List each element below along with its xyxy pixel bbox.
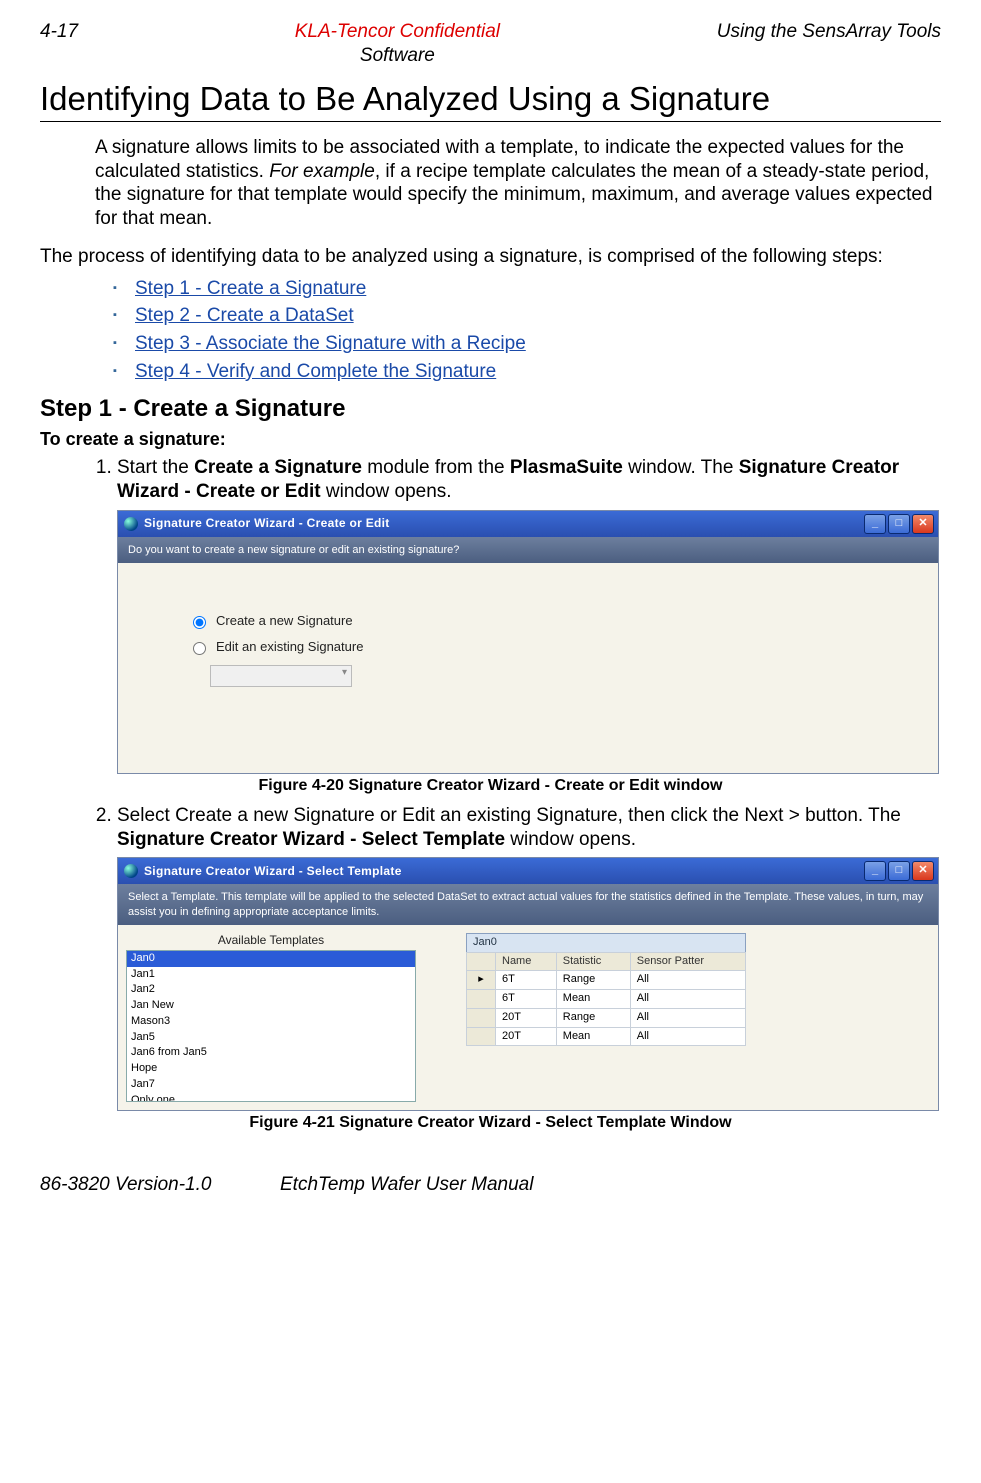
list-item[interactable]: Jan6 from Jan5	[127, 1045, 415, 1061]
procedure-list-cont: Select Create a new Signature or Edit an…	[95, 804, 941, 852]
list-item[interactable]: Mason3	[127, 1014, 415, 1030]
page-number: 4-17	[40, 20, 78, 68]
col-name: Name	[496, 952, 557, 971]
list-item[interactable]: Jan5	[127, 1030, 415, 1046]
app-icon	[124, 517, 138, 531]
template-grid: Name Statistic Sensor Patter ▸ 6T Range …	[466, 952, 746, 1047]
software-label: Software	[78, 44, 717, 68]
titlebar: Signature Creator Wizard - Select Templa…	[118, 858, 938, 884]
figure-caption-2: Figure 4-21 Signature Creator Wizard - S…	[40, 1113, 941, 1133]
grid-title: Jan0	[466, 933, 746, 952]
templates-panel: Available Templates Jan0 Jan1 Jan2 Jan N…	[126, 933, 416, 1102]
maximize-button[interactable]: □	[888, 514, 910, 534]
section-title: Using the SensArray Tools	[717, 20, 941, 68]
intro-paragraph-2: The process of identifying data to be an…	[40, 245, 941, 269]
templates-label: Available Templates	[126, 933, 416, 948]
col-marker	[467, 952, 496, 971]
list-item[interactable]: Jan0	[127, 951, 415, 967]
page-header: 4-17 KLA-Tencor Confidential Software Us…	[40, 20, 941, 68]
procedure-item-1: Start the Create a Signature module from…	[117, 456, 941, 504]
radio-create-new-label: Create a new Signature	[216, 613, 353, 629]
intro-paragraph-1: A signature allows limits to be associat…	[95, 136, 941, 231]
step-link-2[interactable]: Step 2 - Create a DataSet	[135, 305, 354, 326]
template-grid-panel: Jan0 Name Statistic Sensor Patter ▸ 6T R…	[466, 933, 746, 1047]
list-item[interactable]: Hope	[127, 1061, 415, 1077]
table-row[interactable]: 20T Range All	[467, 1008, 746, 1027]
step1-heading: Step 1 - Create a Signature	[40, 394, 941, 424]
list-item[interactable]: Jan New	[127, 998, 415, 1014]
titlebar: Signature Creator Wizard - Create or Edi…	[118, 511, 938, 537]
figure-caption-1: Figure 4-20 Signature Creator Wizard - C…	[40, 776, 941, 796]
manual-name: EtchTemp Wafer User Manual	[280, 1173, 533, 1197]
step-link-1[interactable]: Step 1 - Create a Signature	[135, 278, 366, 299]
maximize-button[interactable]: □	[888, 861, 910, 881]
app-icon	[124, 864, 138, 878]
step-link-3[interactable]: Step 3 - Associate the Signature with a …	[135, 333, 526, 354]
step1-subheading: To create a signature:	[40, 428, 941, 451]
confidential-label: KLA-Tencor Confidential	[78, 20, 717, 44]
table-row[interactable]: 6T Mean All	[467, 990, 746, 1009]
close-button[interactable]: ✕	[912, 514, 934, 534]
list-item[interactable]: Jan7	[127, 1077, 415, 1093]
close-button[interactable]: ✕	[912, 861, 934, 881]
minimize-button[interactable]: _	[864, 514, 886, 534]
info-bar: Select a Template. This template will be…	[118, 884, 938, 925]
existing-signature-combo[interactable]	[210, 665, 352, 687]
col-statistic: Statistic	[556, 952, 630, 971]
list-item[interactable]: Jan2	[127, 982, 415, 998]
procedure-list: Start the Create a Signature module from…	[95, 456, 941, 504]
table-row[interactable]: 20T Mean All	[467, 1027, 746, 1046]
steps-list: Step 1 - Create a Signature Step 2 - Cre…	[40, 277, 941, 384]
wizard-window-select-template: Signature Creator Wizard - Select Templa…	[117, 857, 939, 1111]
page-footer: 86-3820 Version-1.0 EtchTemp Wafer User …	[40, 1173, 941, 1197]
radio-edit-existing-label: Edit an existing Signature	[216, 639, 363, 655]
window-title: Signature Creator Wizard - Select Templa…	[144, 864, 862, 879]
intro1-example: For example	[269, 161, 375, 182]
radio-edit-existing[interactable]	[193, 642, 206, 655]
procedure-item-2: Select Create a new Signature or Edit an…	[117, 804, 941, 852]
templates-listbox[interactable]: Jan0 Jan1 Jan2 Jan New Mason3 Jan5 Jan6 …	[126, 950, 416, 1102]
step-link-4[interactable]: Step 4 - Verify and Complete the Signatu…	[135, 361, 496, 382]
radio-create-new[interactable]	[193, 616, 206, 629]
wizard-window-create-edit: Signature Creator Wizard - Create or Edi…	[117, 510, 939, 774]
list-item[interactable]: Only one	[127, 1093, 415, 1102]
table-row[interactable]: ▸ 6T Range All	[467, 971, 746, 990]
minimize-button[interactable]: _	[864, 861, 886, 881]
col-sensor: Sensor Patter	[630, 952, 745, 971]
list-item[interactable]: Jan1	[127, 967, 415, 983]
doc-id: 86-3820 Version-1.0	[40, 1173, 280, 1197]
info-bar: Do you want to create a new signature or…	[118, 537, 938, 563]
page-title: Identifying Data to Be Analyzed Using a …	[40, 78, 941, 122]
window-title: Signature Creator Wizard - Create or Edi…	[144, 516, 862, 531]
